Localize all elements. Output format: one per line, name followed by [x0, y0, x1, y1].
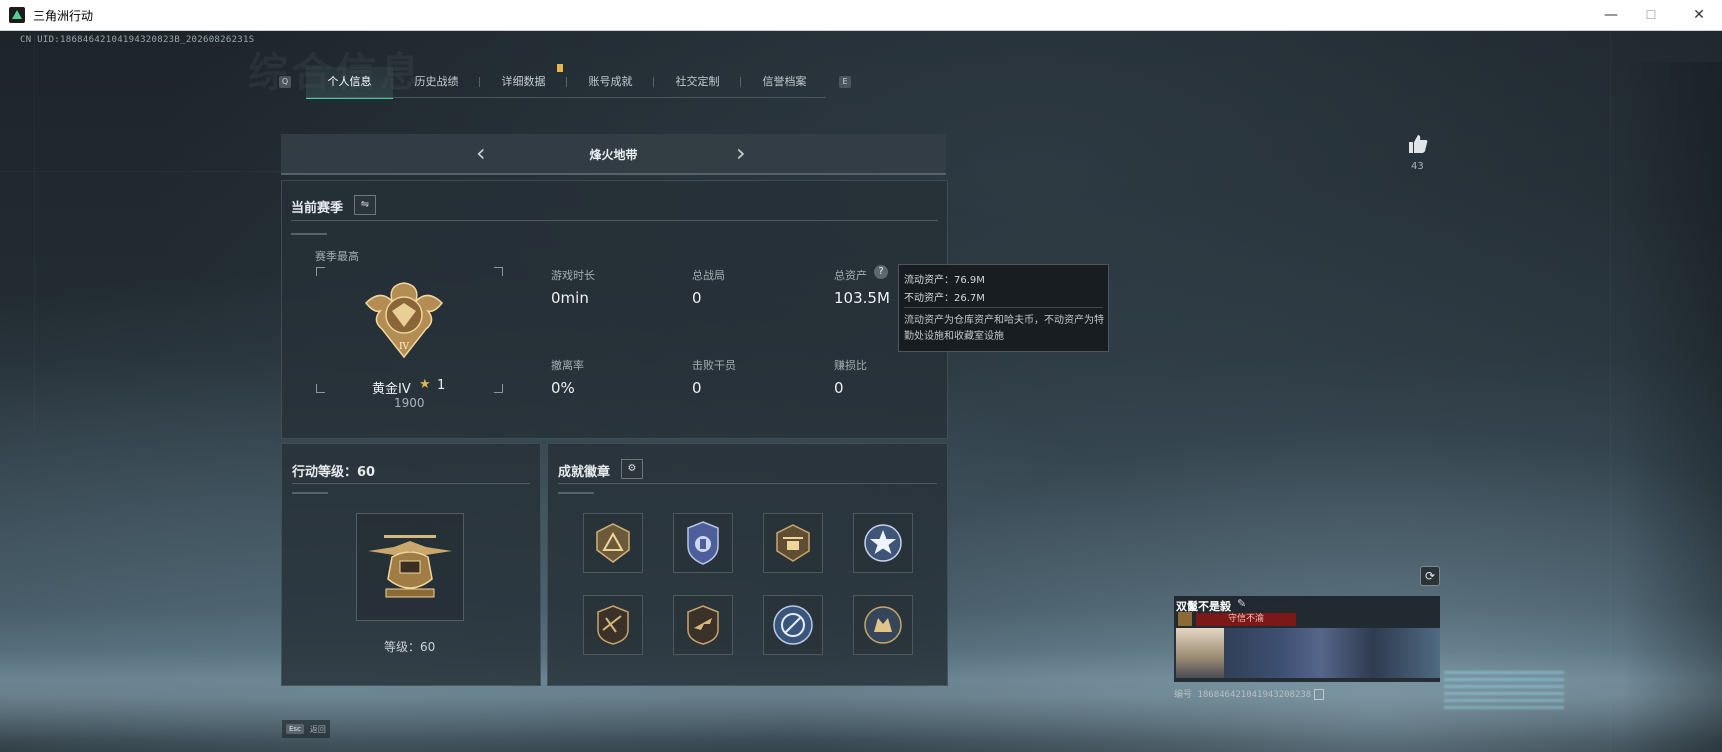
stat-matches-label: 总战局 — [692, 269, 725, 282]
badge-emblem[interactable] — [763, 595, 823, 655]
player-id: 186846421041943208238 — [1197, 690, 1312, 700]
assets-tooltip: 流动资产：76.9M 不动资产：26.7M 流动资产为仓库资产和哈夫币，不动资产… — [898, 264, 1109, 352]
stat-kills-label: 击败干员 — [692, 359, 736, 372]
level-title: 行动等级：60 — [292, 465, 376, 480]
tab-personal-info[interactable]: 个人信息 — [306, 67, 393, 99]
divider-tick — [291, 233, 327, 235]
tab-social[interactable]: 社交定制 — [654, 67, 741, 97]
season-switch-button[interactable]: ⇋ — [354, 195, 376, 215]
stat-assets-label: 总资产 — [834, 269, 867, 282]
tab-history[interactable]: 历史战绩 — [393, 67, 480, 97]
season-panel: 当前赛季 ⇋ 赛季最高 IV 黄金IV ★ 1 1900 游戏时长 0min 总… — [281, 180, 948, 439]
stat-matches-value: 0 — [692, 289, 702, 307]
divider-tick — [558, 492, 594, 494]
emblem-badge-icon — [773, 605, 813, 645]
badge-shield[interactable] — [673, 513, 733, 573]
achievements-settings-button[interactable]: ⚙ — [621, 459, 643, 479]
app-logo-icon — [9, 7, 25, 23]
season-best-label: 赛季最高 — [315, 250, 359, 263]
tab-reputation[interactable]: 信誉档案 — [741, 67, 828, 97]
stat-extract-rate-value: 0% — [551, 379, 575, 397]
tab-label: 个人信息 — [327, 75, 372, 88]
tooltip-liquid: 流动资产：76.9M — [904, 275, 985, 286]
player-id-line: 编号 186846421041943208238 — [1174, 687, 1325, 700]
level-emblem-frame — [356, 513, 464, 621]
help-icon[interactable]: ? — [874, 265, 888, 279]
badge-rifle-1[interactable] — [583, 595, 643, 655]
rank-name: 黄金IV — [372, 382, 411, 397]
player-card[interactable]: 双鬣不是毅 ✎ 守信不渝 编号 186846421041943208238 — [1174, 596, 1440, 700]
player-banner — [1174, 628, 1440, 678]
star-badge-icon — [864, 524, 902, 562]
window-title: 三角洲行动 — [33, 8, 94, 23]
stat-profit-ratio-label: 赚损比 — [834, 359, 867, 372]
maximize-button[interactable]: ☐ — [1628, 0, 1674, 30]
badge-star[interactable] — [853, 513, 913, 573]
avatar — [1176, 628, 1224, 678]
player-rank-icon — [1178, 612, 1192, 626]
tab-label: 社交定制 — [675, 75, 720, 88]
tab-next-key[interactable]: E — [839, 76, 851, 88]
tooltip-fixed: 不动资产：26.7M — [904, 293, 985, 304]
close-button[interactable]: ✕ — [1676, 0, 1722, 30]
tab-prev-key[interactable]: Q — [279, 76, 291, 88]
season-title: 当前赛季 — [291, 201, 344, 216]
title-bar: 三角洲行动 — ☐ ✕ — [0, 0, 1722, 31]
tab-label: 账号成就 — [588, 75, 633, 88]
divider — [291, 220, 938, 221]
rank-star-icon: ★ — [419, 377, 431, 392]
refresh-icon[interactable]: ⟳ — [1420, 566, 1440, 586]
player-id-prefix: 编号 — [1174, 690, 1193, 700]
tab-details[interactable]: 详细数据 — [480, 67, 567, 97]
stat-play-time-label: 游戏时长 — [551, 269, 595, 282]
stat-extract-rate-label: 撤离率 — [551, 359, 584, 372]
divider-tick — [292, 492, 328, 494]
stat-profit-ratio-value: 0 — [834, 379, 844, 397]
achievements-title: 成就徽章 — [558, 465, 611, 480]
uid-line: CN UID:18684642104194320823B_20260826231… — [20, 35, 255, 45]
like-count: 43 — [1411, 161, 1424, 172]
notification-dot — [557, 64, 563, 72]
rank-score: 1900 — [394, 396, 425, 410]
tab-label: 历史战绩 — [414, 75, 459, 88]
copy-icon[interactable] — [1314, 689, 1325, 700]
stat-kills-value: 0 — [692, 379, 702, 397]
gold-rank-badge-icon: IV — [364, 282, 444, 359]
divider — [558, 483, 937, 484]
badge-beast[interactable] — [853, 595, 913, 655]
city-lights — [1444, 671, 1564, 711]
mode-switcher: ‹ 烽火地带 › — [281, 134, 946, 175]
badge-delta[interactable] — [583, 513, 643, 573]
badge-rifle-2[interactable] — [673, 595, 733, 655]
tab-bar: 个人信息 历史战绩 详细数据 账号成就 社交定制 信誉档案 — [306, 67, 828, 99]
beast-badge-icon — [864, 606, 902, 644]
esc-key: Esc — [286, 724, 304, 734]
delta-badge-icon — [596, 523, 630, 563]
rank-stars: 1 — [437, 378, 446, 393]
tooltip-description: 流动资产为仓库资产和哈夫币，不动资产为特勤处设施和收藏室设施 — [904, 315, 1104, 342]
mode-next-button[interactable]: › — [736, 140, 746, 166]
edit-name-icon[interactable]: ✎ — [1237, 597, 1246, 610]
tab-underline — [306, 97, 826, 98]
tab-label: 详细数据 — [501, 75, 546, 88]
game-window: 三角洲行动 — ☐ ✕ CN UID:18684642104194320823B… — [0, 0, 1722, 752]
badge-helicopter[interactable] — [763, 513, 823, 573]
tab-achievements[interactable]: 账号成就 — [567, 67, 654, 97]
stat-assets-value: 103.5M — [834, 289, 890, 307]
stat-play-time-value: 0min — [551, 289, 589, 307]
helicopter-emblem-icon — [368, 535, 452, 598]
thumbs-up-icon[interactable] — [1407, 133, 1429, 155]
back-label: 返回 — [309, 724, 326, 734]
rifle-badge-icon — [597, 605, 629, 645]
shield-badge-icon — [687, 521, 719, 565]
back-hint[interactable]: Esc 返回 — [282, 720, 330, 738]
rifle-badge-icon — [687, 605, 719, 645]
divider — [292, 483, 530, 484]
player-title-tag: 守信不渝 — [1196, 613, 1296, 626]
helicopter-badge-icon — [776, 524, 810, 562]
tab-label: 信誉档案 — [762, 75, 807, 88]
mode-label: 烽火地带 — [589, 148, 638, 162]
level-label: 等级：60 — [384, 640, 436, 654]
svg-text:IV: IV — [399, 342, 410, 352]
